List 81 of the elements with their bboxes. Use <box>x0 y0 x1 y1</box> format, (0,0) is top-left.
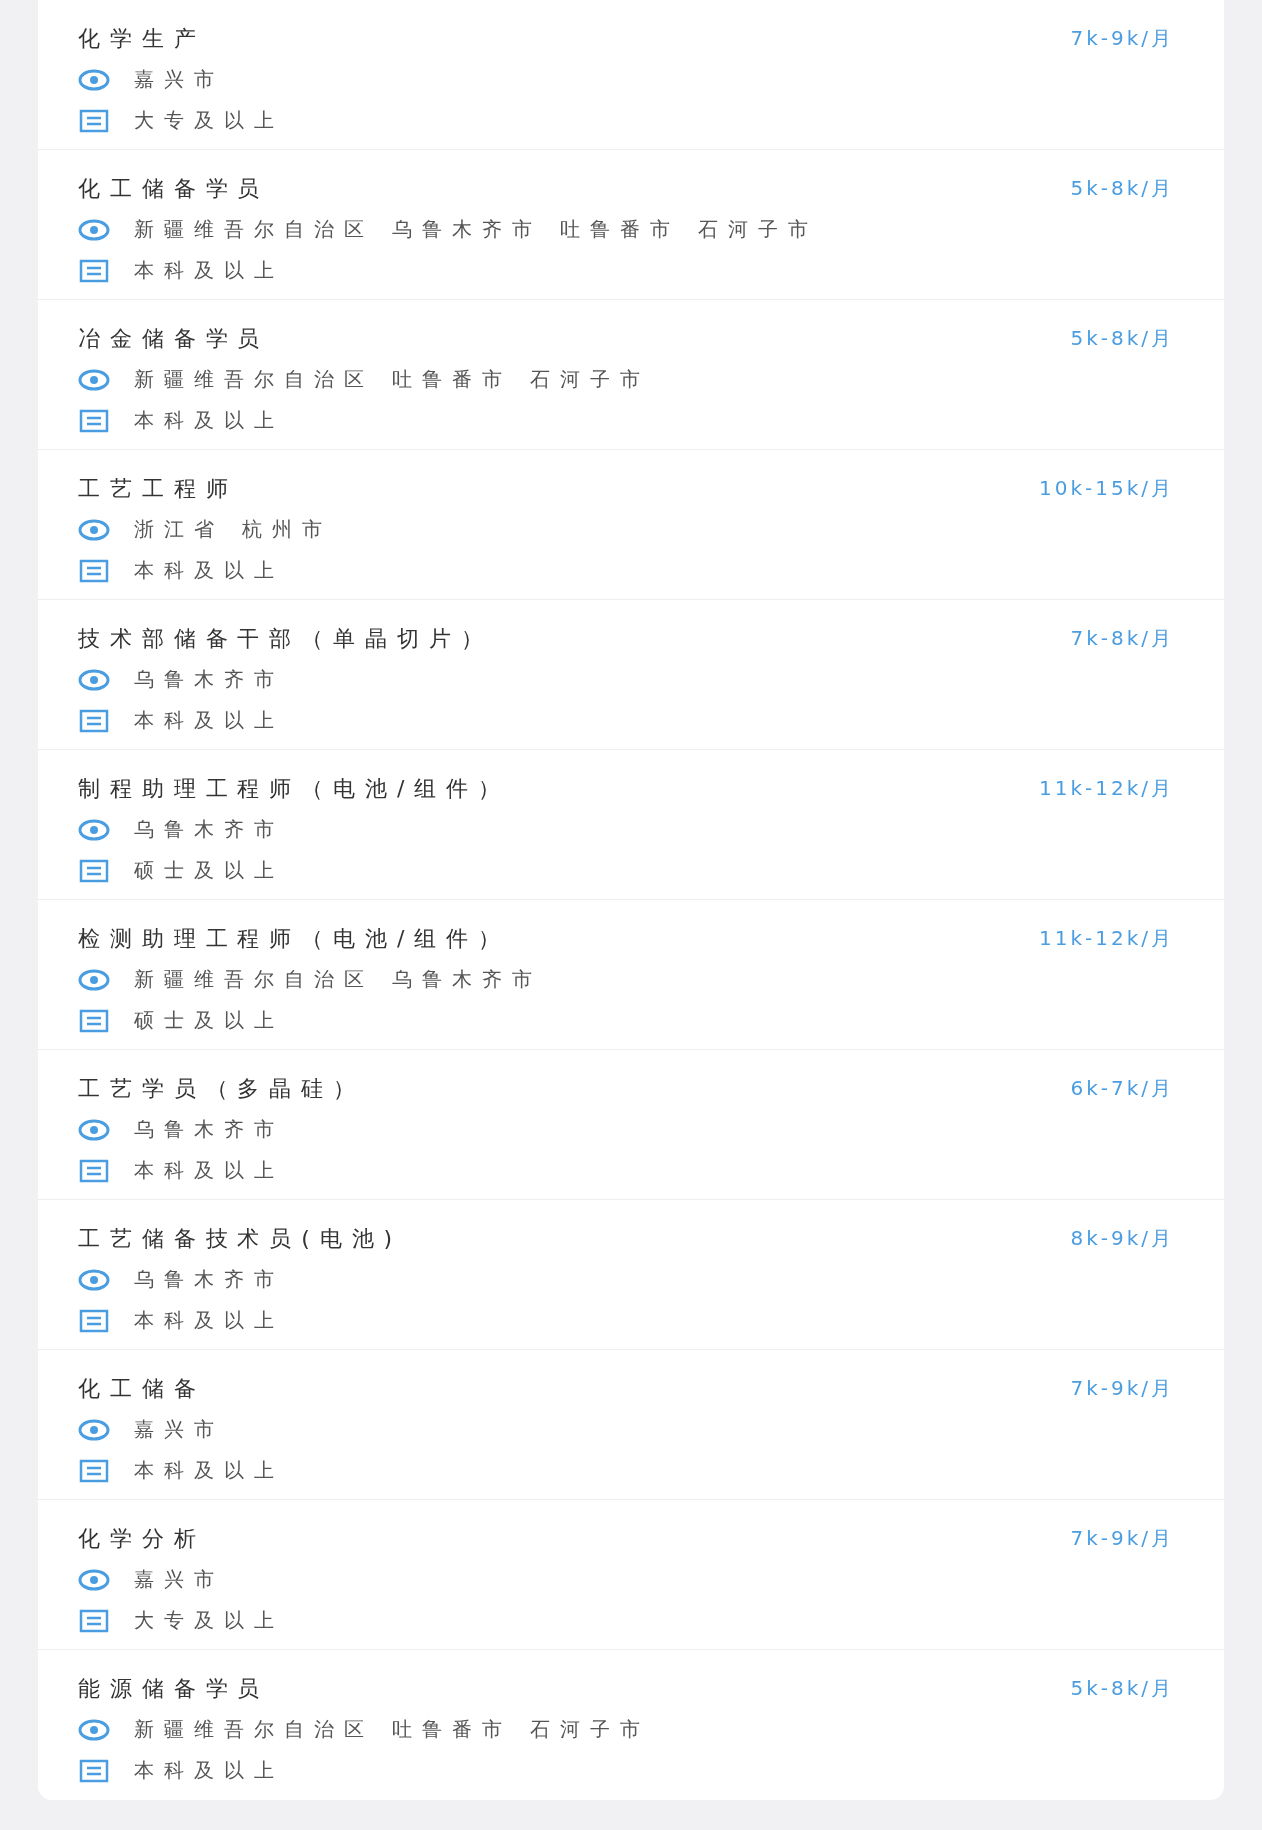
salary-text: 5k-8k/月 <box>1070 175 1174 202</box>
job-item[interactable]: 工艺工程师 10k-15k/月 浙江省 杭州市 本科及以上 <box>38 450 1224 600</box>
location-text: 乌鲁木齐市 <box>134 1266 284 1293</box>
salary-text: 6k-7k/月 <box>1070 1075 1174 1102</box>
education-text: 本科及以上 <box>134 257 284 284</box>
education-text: 本科及以上 <box>134 1157 284 1184</box>
education-icon <box>78 407 110 434</box>
location-text: 石河子市 <box>698 216 818 243</box>
job-item[interactable]: 化工储备学员 5k-8k/月 新疆维吾尔自治区 乌鲁木齐市 吐鲁番市 石河子市 本科及以上 <box>38 150 1224 300</box>
job-title: 冶金储备学员 <box>78 324 271 353</box>
location-text: 杭州市 <box>242 516 332 543</box>
location-text: 新疆维吾尔自治区 <box>134 1716 374 1743</box>
location-text: 石河子市 <box>530 1716 650 1743</box>
location-text: 乌鲁木齐市 <box>134 666 284 693</box>
job-item[interactable]: 工艺储备技术员(电池) 8k-9k/月 乌鲁木齐市 本科及以上 <box>38 1200 1224 1350</box>
salary-text: 11k-12k/月 <box>1038 775 1174 802</box>
job-item[interactable]: 化学分析 7k-9k/月 嘉兴市 大专及以上 <box>38 1500 1224 1650</box>
location-text: 嘉兴市 <box>134 66 224 93</box>
education-icon <box>78 707 110 734</box>
location-text: 浙江省 <box>134 516 224 543</box>
education-text: 本科及以上 <box>134 1307 284 1334</box>
job-item[interactable]: 技术部储备干部（单晶切片） 7k-8k/月 乌鲁木齐市 本科及以上 <box>38 600 1224 750</box>
education-text: 硕士及以上 <box>134 1007 284 1034</box>
job-item[interactable]: 能源储备学员 5k-8k/月 新疆维吾尔自治区 吐鲁番市 石河子市 本科及以上 <box>38 1650 1224 1800</box>
job-item[interactable]: 检测助理工程师（电池/组件） 11k-12k/月 新疆维吾尔自治区 乌鲁木齐市 硕士及以上 <box>38 900 1224 1050</box>
job-title: 工艺储备技术员(电池) <box>78 1224 404 1253</box>
education-icon <box>78 557 110 584</box>
education-icon <box>78 107 110 134</box>
education-icon <box>78 857 110 884</box>
salary-text: 10k-15k/月 <box>1038 475 1174 502</box>
job-item[interactable]: 化学生产 7k-9k/月 嘉兴市 大专及以上 <box>38 0 1224 150</box>
education-icon <box>78 1757 110 1784</box>
location-text: 吐鲁番市 <box>560 216 680 243</box>
salary-text: 7k-9k/月 <box>1070 1525 1174 1552</box>
salary-text: 7k-8k/月 <box>1070 625 1174 652</box>
salary-text: 5k-8k/月 <box>1070 1675 1174 1702</box>
job-title: 工艺工程师 <box>78 474 239 503</box>
location-text: 乌鲁木齐市 <box>392 216 542 243</box>
salary-text: 7k-9k/月 <box>1070 1375 1174 1402</box>
job-title: 化工储备 <box>78 1374 207 1403</box>
job-title: 检测助理工程师（电池/组件） <box>78 924 511 953</box>
salary-text: 7k-9k/月 <box>1070 25 1174 52</box>
job-item[interactable]: 化工储备 7k-9k/月 嘉兴市 本科及以上 <box>38 1350 1224 1500</box>
job-title: 技术部储备干部（单晶切片） <box>78 624 494 653</box>
salary-text: 11k-12k/月 <box>1038 925 1174 952</box>
location-text: 嘉兴市 <box>134 1416 224 1443</box>
location-text: 乌鲁木齐市 <box>134 816 284 843</box>
job-item[interactable]: 工艺学员（多晶硅） 6k-7k/月 乌鲁木齐市 本科及以上 <box>38 1050 1224 1200</box>
education-icon <box>78 1457 110 1484</box>
education-text: 本科及以上 <box>134 557 284 584</box>
location-text: 新疆维吾尔自治区 <box>134 366 374 393</box>
location-text: 嘉兴市 <box>134 1566 224 1593</box>
location-text: 新疆维吾尔自治区 <box>134 216 374 243</box>
job-title: 化工储备学员 <box>78 174 271 203</box>
education-icon <box>78 1607 110 1634</box>
location-text: 吐鲁番市 <box>392 366 512 393</box>
job-item[interactable]: 冶金储备学员 5k-8k/月 新疆维吾尔自治区 吐鲁番市 石河子市 本科及以上 <box>38 300 1224 450</box>
education-text: 大专及以上 <box>134 107 284 134</box>
education-text: 本科及以上 <box>134 1757 284 1784</box>
education-text: 大专及以上 <box>134 1607 284 1634</box>
job-title: 能源储备学员 <box>78 1674 271 1703</box>
location-text: 新疆维吾尔自治区 <box>134 966 374 993</box>
location-text: 石河子市 <box>530 366 650 393</box>
education-text: 本科及以上 <box>134 1457 284 1484</box>
job-item[interactable]: 制程助理工程师（电池/组件） 11k-12k/月 乌鲁木齐市 硕士及以上 <box>38 750 1224 900</box>
job-title: 制程助理工程师（电池/组件） <box>78 774 511 803</box>
education-icon <box>78 1307 110 1334</box>
location-text: 乌鲁木齐市 <box>392 966 542 993</box>
location-text: 乌鲁木齐市 <box>134 1116 284 1143</box>
education-text: 本科及以上 <box>134 407 284 434</box>
location-text: 吐鲁番市 <box>392 1716 512 1743</box>
job-title: 化学生产 <box>78 24 207 53</box>
job-title: 工艺学员（多晶硅） <box>78 1074 367 1103</box>
salary-text: 8k-9k/月 <box>1070 1225 1174 1252</box>
education-text: 本科及以上 <box>134 707 284 734</box>
salary-text: 5k-8k/月 <box>1070 325 1174 352</box>
education-icon <box>78 257 110 284</box>
education-icon <box>78 1007 110 1034</box>
job-title: 化学分析 <box>78 1524 207 1553</box>
education-icon <box>78 1157 110 1184</box>
education-text: 硕士及以上 <box>134 857 284 884</box>
